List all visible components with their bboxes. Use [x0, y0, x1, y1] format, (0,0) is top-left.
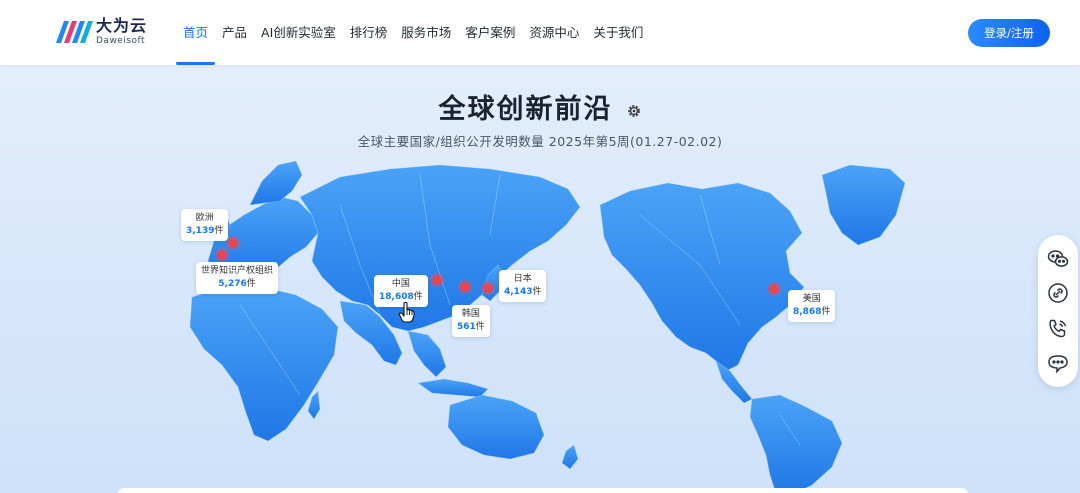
landmass-australia: [447, 394, 545, 460]
callout-wipo[interactable]: 世界知识产权组织 5,276件: [196, 262, 279, 294]
brand-logo[interactable]: 大为云 Daweisoft: [52, 17, 147, 47]
hero-section: 全球创新前沿 全球主要国家/组织公开发明数量 2025年第5周(01.27-02…: [0, 65, 1080, 493]
callout-name: 中国: [391, 279, 410, 289]
wechat-icon[interactable]: [1046, 247, 1070, 271]
callout-unit: 件: [532, 287, 542, 297]
landmass-indonesia: [417, 378, 489, 398]
landmass-new-zealand: [561, 444, 579, 470]
nav-item-ai-lab[interactable]: AI创新实验室: [254, 0, 343, 65]
callout-value: 8,868: [793, 307, 822, 317]
content-card-top: [118, 488, 968, 493]
callout-value: 3,139: [186, 226, 215, 236]
hotspot-wipo[interactable]: [215, 248, 229, 262]
landmass-africa: [189, 286, 339, 442]
callout-name: 欧洲: [195, 213, 214, 223]
hero-subtitle: 全球主要国家/组织公开发明数量 2025年第5周(01.27-02.02): [357, 134, 723, 149]
main-nav: 首页 产品 AI创新实验室 排行榜 服务市场 客户案例 资源中心 关于我们: [176, 0, 650, 65]
callout-value: 5,276: [218, 279, 247, 289]
hotspot-europe[interactable]: [226, 236, 240, 250]
floating-toolbar: [1038, 235, 1078, 387]
brand-name-en: Daweisoft: [96, 36, 146, 46]
callout-value: 561: [457, 322, 476, 332]
landmass-greenland: [821, 164, 906, 246]
landmass-south-america: [749, 394, 843, 493]
callout-name: 韩国: [461, 309, 480, 319]
gear-icon[interactable]: [626, 103, 642, 119]
landmass-north-america: [599, 182, 805, 372]
chat-icon[interactable]: [1046, 352, 1070, 376]
callout-value: 4,143: [504, 287, 533, 297]
hero-title: 全球创新前沿: [438, 94, 613, 125]
logo-mark-icon: [56, 21, 93, 43]
callout-name: 美国: [802, 294, 821, 304]
callout-name: 世界知识产权组织: [201, 266, 274, 276]
brand-name-cn: 大为云: [96, 16, 148, 35]
nav-item-customer-cases[interactable]: 客户案例: [458, 0, 522, 65]
phone-icon[interactable]: [1046, 317, 1070, 341]
nav-item-rankings[interactable]: 排行榜: [343, 0, 395, 65]
callout-usa[interactable]: 美国 8,868件: [788, 290, 836, 322]
landmass-scandinavia: [249, 160, 303, 206]
callout-unit: 件: [821, 307, 831, 317]
callout-name: 日本: [513, 274, 532, 284]
nav-item-service-market[interactable]: 服务市场: [394, 0, 458, 65]
nav-item-about-us[interactable]: 关于我们: [586, 0, 650, 65]
callout-unit: 件: [475, 322, 485, 332]
callout-japan[interactable]: 日本 4,143件: [499, 270, 547, 302]
hotspot-korea[interactable]: [458, 280, 472, 294]
nav-item-resource-center[interactable]: 资源中心: [522, 0, 586, 65]
hero-title-wrap: 全球创新前沿: [0, 87, 1080, 126]
nav-item-products[interactable]: 产品: [215, 0, 254, 65]
hotspot-china[interactable]: [430, 273, 444, 287]
callout-unit: 件: [246, 279, 256, 289]
login-register-button[interactable]: 登录/注册: [968, 19, 1050, 47]
nav-item-home[interactable]: 首页: [176, 0, 216, 65]
link-icon[interactable]: [1046, 281, 1070, 305]
callout-europe[interactable]: 欧洲 3,139件: [181, 209, 229, 241]
hand-cursor-icon: [398, 301, 415, 323]
callout-korea[interactable]: 韩国 561件: [452, 305, 490, 337]
landmass-southeast-asia: [407, 330, 447, 378]
callout-unit: 件: [214, 226, 224, 236]
hotspot-usa[interactable]: [767, 282, 781, 296]
hotspot-japan[interactable]: [481, 281, 495, 295]
top-header: 大为云 Daweisoft 首页 产品 AI创新实验室 排行榜 服务市场 客户案…: [0, 0, 1080, 65]
